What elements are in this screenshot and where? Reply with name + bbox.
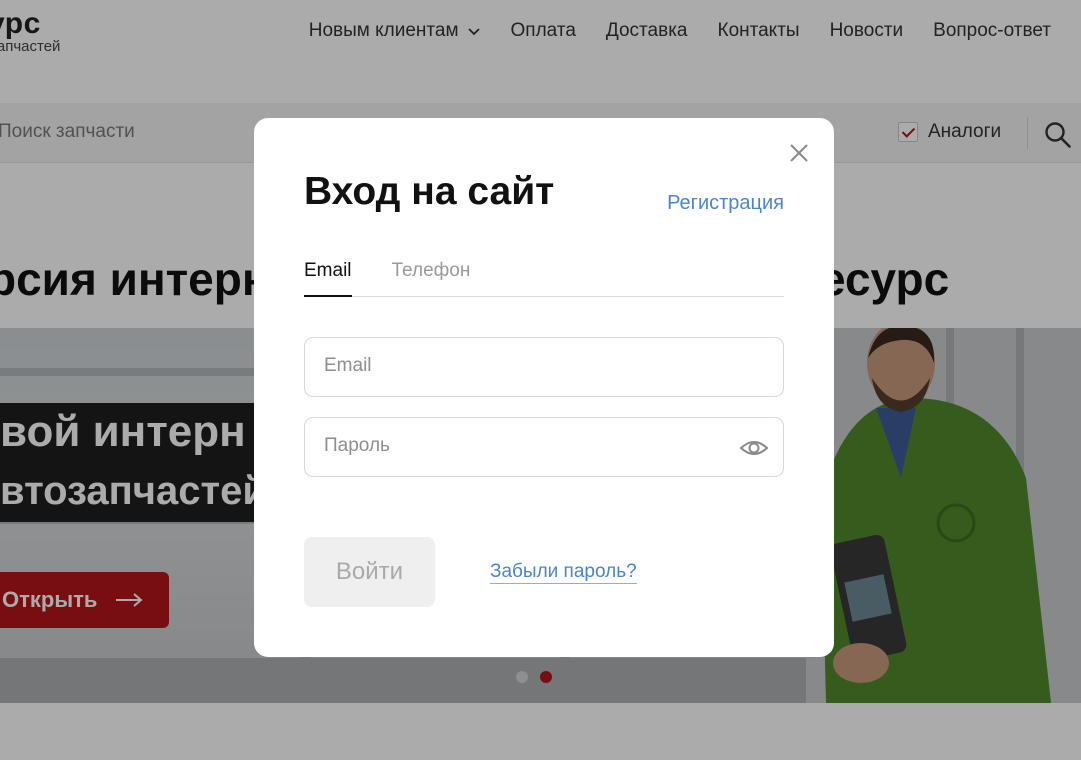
eye-icon[interactable] [739, 435, 769, 461]
password-field[interactable] [304, 417, 784, 477]
login-modal: Вход на сайт Регистрация Email Телефон В… [254, 118, 834, 657]
email-field[interactable] [304, 337, 784, 397]
close-icon[interactable] [786, 140, 812, 166]
login-button[interactable]: Войти [304, 537, 435, 607]
modal-title: Вход на сайт [304, 170, 555, 213]
register-link[interactable]: Регистрация [667, 192, 784, 215]
forgot-password-link[interactable]: Забыли пароль? [490, 561, 637, 584]
tab-email[interactable]: Email [304, 260, 352, 297]
email-input[interactable] [324, 355, 724, 377]
login-method-tabs: Email Телефон [304, 260, 784, 297]
tab-phone[interactable]: Телефон [392, 260, 471, 297]
password-input[interactable] [324, 435, 724, 457]
